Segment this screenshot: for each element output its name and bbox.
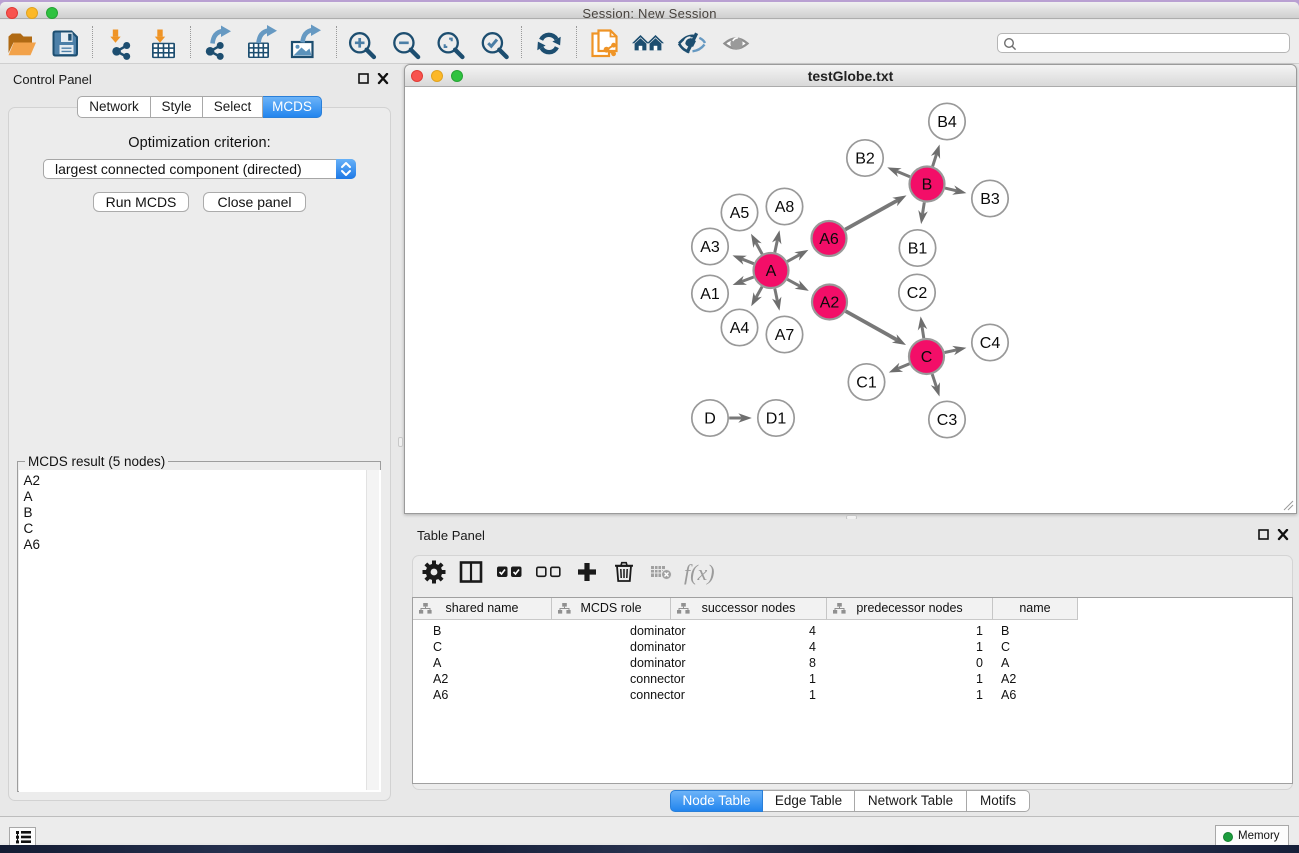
- svg-text:C: C: [921, 349, 933, 366]
- svg-text:A8: A8: [775, 199, 795, 216]
- svg-text:C4: C4: [980, 335, 1001, 352]
- svg-text:A3: A3: [700, 239, 720, 256]
- svg-text:A2: A2: [820, 294, 840, 311]
- svg-text:A1: A1: [700, 286, 720, 303]
- svg-text:f(x): f(x): [684, 560, 715, 585]
- svg-text:A7: A7: [775, 327, 795, 344]
- svg-text:B2: B2: [855, 150, 875, 167]
- svg-text:B4: B4: [937, 114, 957, 131]
- svg-text:C1: C1: [856, 374, 877, 391]
- svg-text:A4: A4: [730, 320, 750, 337]
- svg-text:A6: A6: [819, 231, 839, 248]
- svg-text:D: D: [704, 410, 716, 427]
- svg-text:B1: B1: [908, 240, 928, 257]
- svg-text:D1: D1: [766, 410, 787, 427]
- svg-text:B: B: [922, 176, 933, 193]
- svg-text:A5: A5: [730, 205, 750, 222]
- svg-text:C3: C3: [937, 412, 958, 429]
- svg-text:B3: B3: [980, 191, 1000, 208]
- svg-text:C2: C2: [907, 285, 928, 302]
- svg-text:A: A: [766, 263, 777, 280]
